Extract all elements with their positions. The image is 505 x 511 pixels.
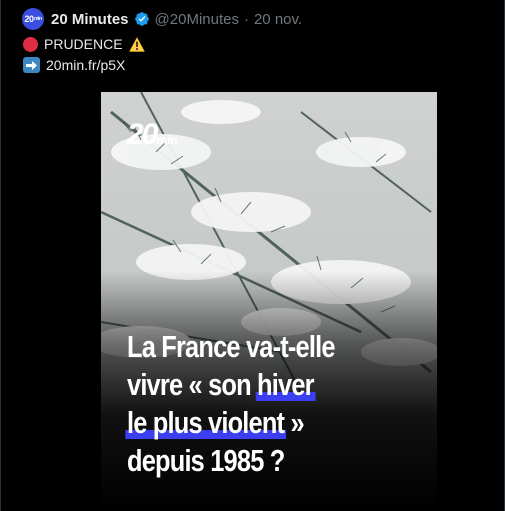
tweet-header: 20 min 20 Minutes @20Minutes · 20 nov. [22, 8, 302, 30]
tweet-card[interactable]: 20 min 20 Minutes @20Minutes · 20 nov. PR… [0, 0, 505, 511]
avatar[interactable]: 20 min [22, 8, 44, 30]
tweet-text-line-2: 20min.fr/p5X [23, 57, 125, 73]
avatar-subtext: min [34, 16, 42, 22]
warning-icon [128, 36, 145, 52]
tweet-image[interactable]: 20min La France va-t-elle vivre « son hi… [101, 92, 437, 511]
media-logo-subtext: min [156, 133, 178, 147]
separator-dot: · [243, 10, 249, 28]
author-handle[interactable]: @20Minutes [155, 11, 239, 28]
tweet-date[interactable]: 20 nov. [254, 11, 302, 28]
red-circle-icon [23, 36, 38, 52]
tweet-text-line-1: PRUDENCE [23, 36, 145, 52]
headline-highlight-violent: le plus violent [125, 405, 286, 440]
headline-row-4: depuis 1985 ? [127, 443, 285, 478]
verified-badge-icon [134, 12, 149, 26]
author-name[interactable]: 20 Minutes [51, 11, 129, 28]
avatar-text: 20 [24, 14, 35, 24]
headline-row-3-text: » [284, 405, 304, 440]
tweet-text-prudence: PRUDENCE [44, 36, 123, 52]
media-logo-text: 20 [127, 118, 158, 151]
headline-row-2-text: vivre « son [127, 367, 258, 402]
image-headline: La France va-t-elle vivre « son hiver le… [125, 328, 373, 480]
media-logo: 20min [127, 118, 178, 152]
right-arrow-icon [23, 57, 40, 73]
headline-row-2: vivre « son hiver [127, 366, 373, 404]
tweet-link[interactable]: 20min.fr/p5X [46, 57, 125, 73]
headline-row-1: La France va-t-elle [127, 329, 335, 364]
headline-highlight-hiver: hiver [255, 367, 316, 402]
left-border [0, 0, 1, 511]
headline-row-3: le plus violent » [125, 404, 373, 442]
